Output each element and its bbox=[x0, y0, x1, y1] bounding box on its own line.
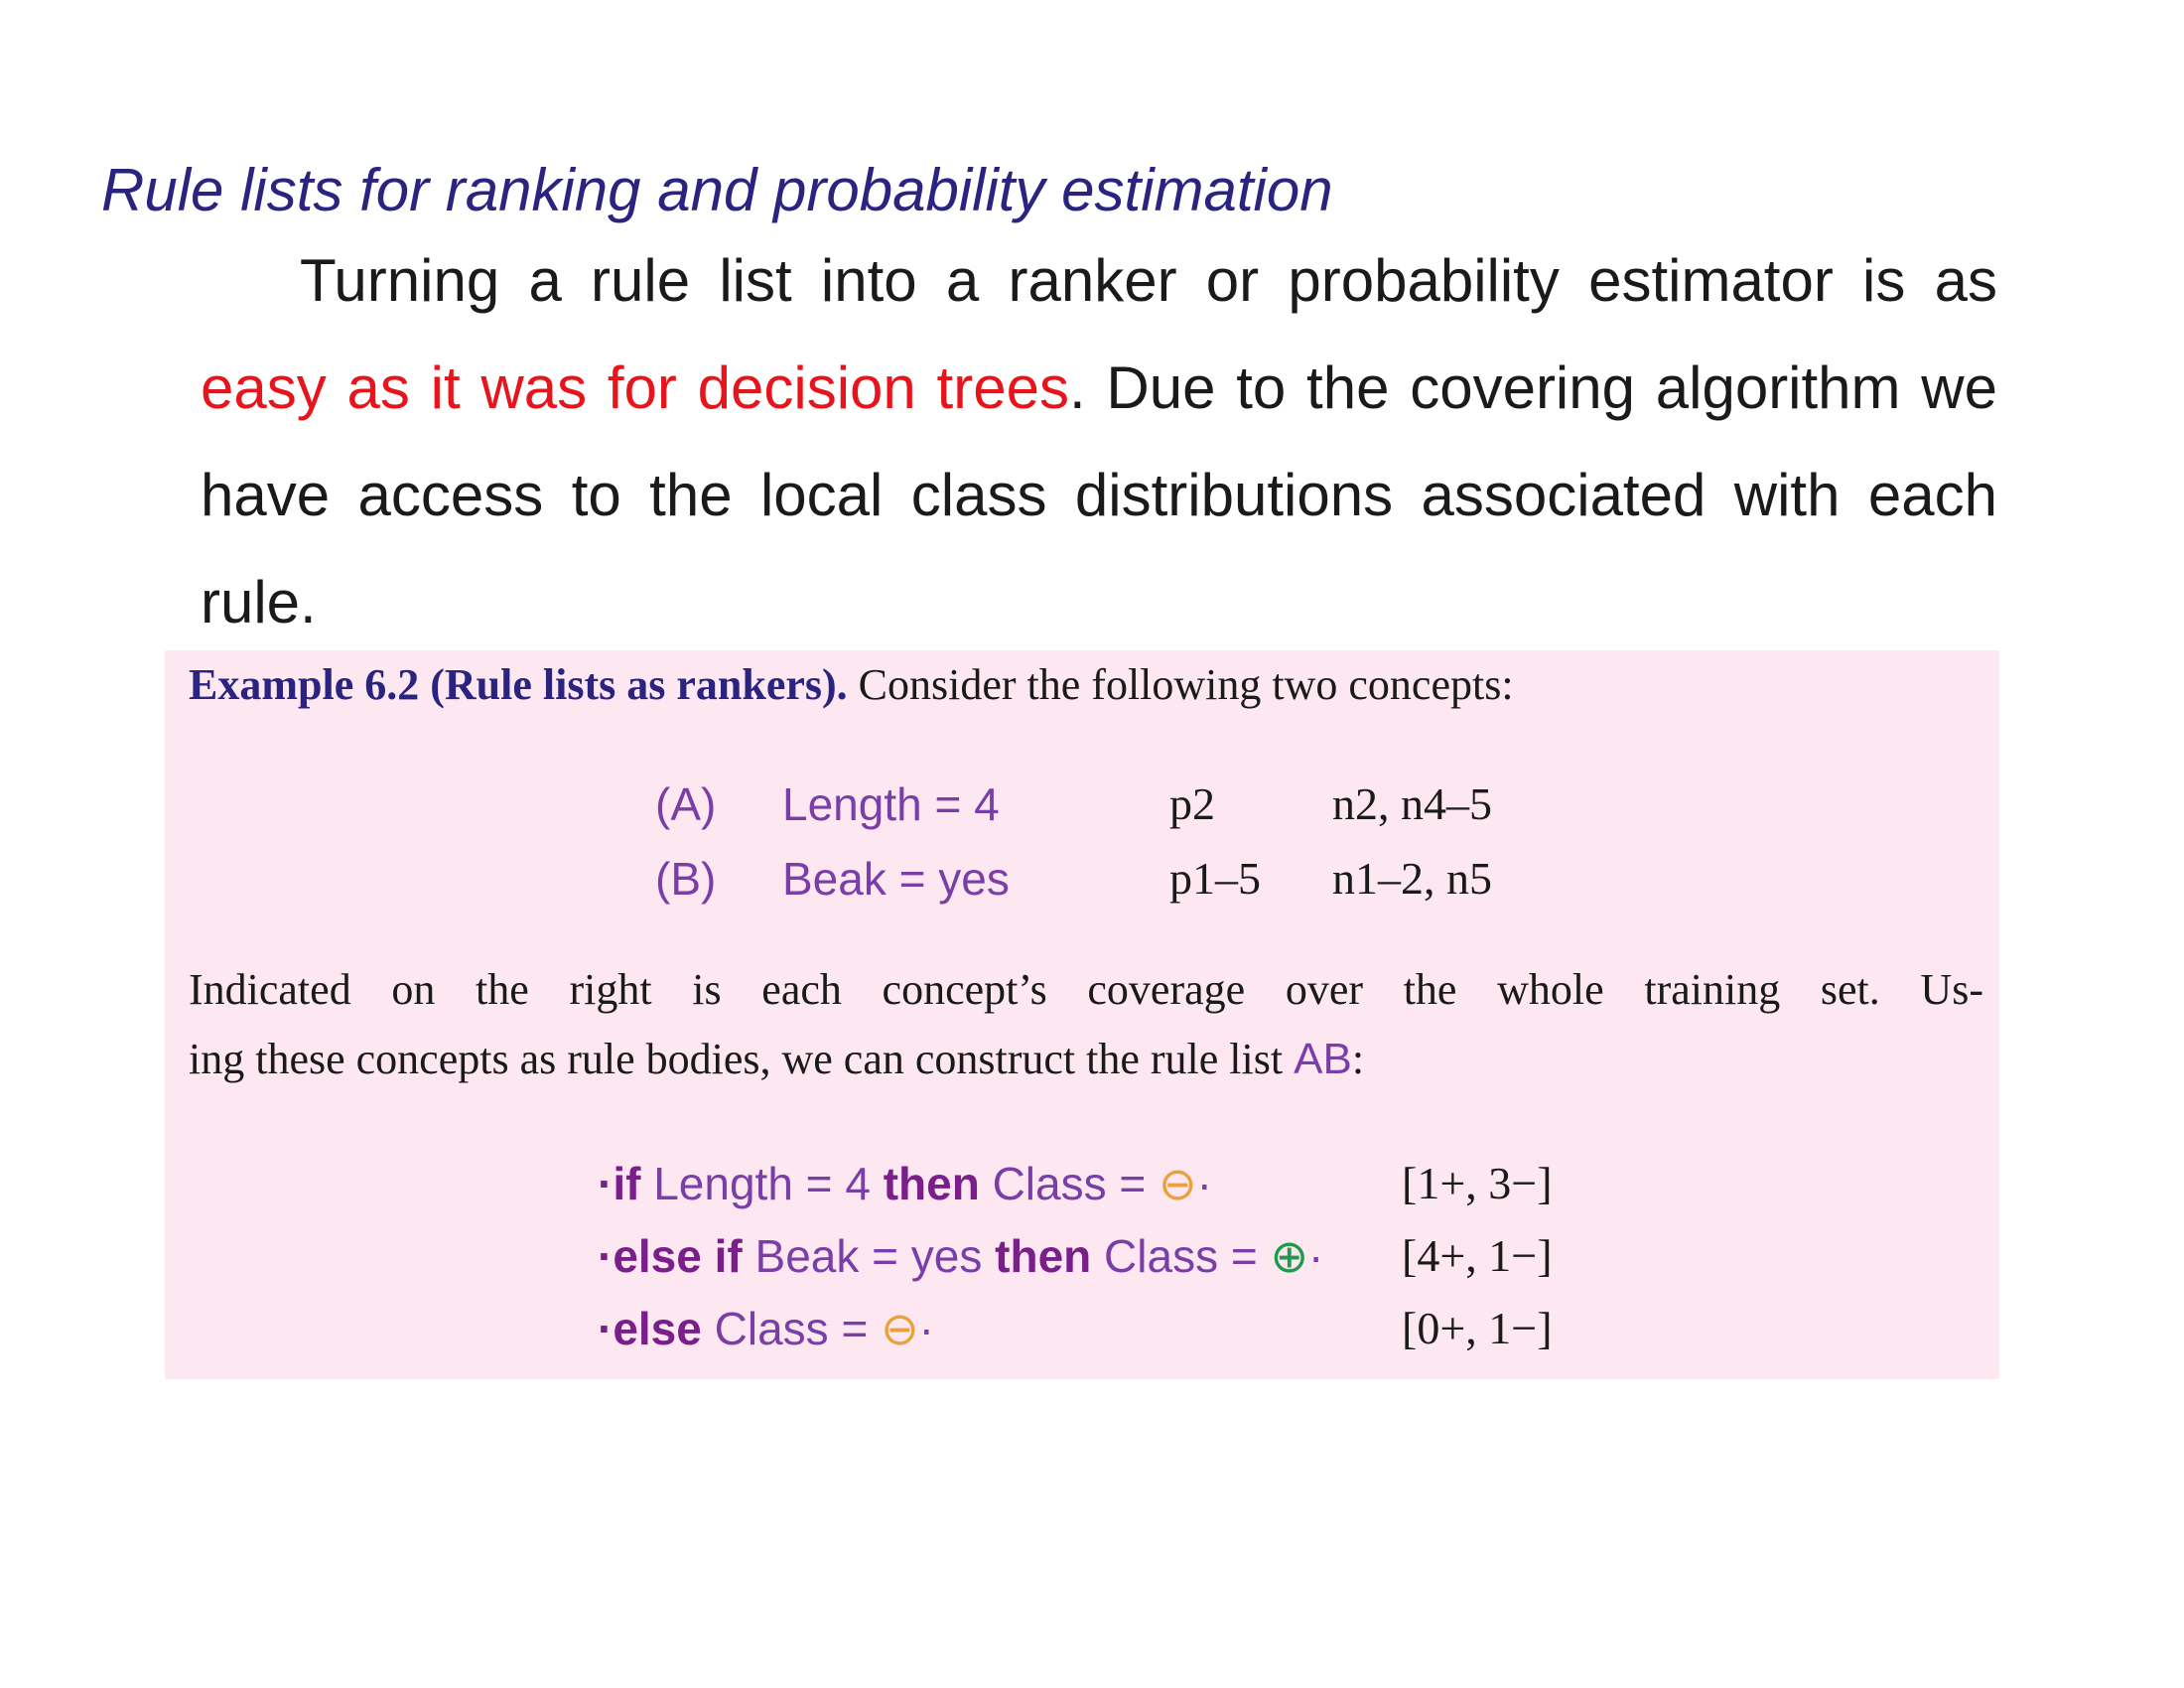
paragraph-line-2-rest: . Due to the covering algorithm we bbox=[1068, 354, 1997, 421]
rule-1-conclusion: Class = bbox=[979, 1158, 1160, 1209]
example-title: Example 6.2 (Rule lists as rankers). bbox=[189, 660, 848, 709]
rule-3-suffix: · bbox=[918, 1303, 934, 1354]
rule-3-coverage: [0+, 1−] bbox=[1402, 1303, 1553, 1353]
example-body-line-1: Indicated on the right is each concept’s… bbox=[189, 965, 1983, 1014]
rule-3-conclusion: Class = bbox=[701, 1303, 882, 1354]
negative-class-icon: ⊖ bbox=[1159, 1158, 1197, 1209]
rule-2-suffix: · bbox=[1308, 1230, 1324, 1282]
positive-class-icon: ⊕ bbox=[1270, 1230, 1309, 1282]
rule-2-coverage: [4+, 1−] bbox=[1402, 1230, 1553, 1281]
rule-1-condition: Length = 4 bbox=[640, 1158, 884, 1209]
example-heading: Example 6.2 (Rule lists as rankers). Con… bbox=[189, 655, 1514, 715]
rule-list-name: AB bbox=[1294, 1035, 1352, 1083]
slide-title: Rule lists for ranking and probability e… bbox=[101, 157, 1333, 223]
example-body-line-2-text: ing these concepts as rule bodies, we ca… bbox=[189, 1035, 1284, 1083]
rule-1-suffix: · bbox=[1196, 1158, 1212, 1209]
rule-3: ·else Class = ⊖· bbox=[598, 1299, 934, 1358]
example-body-colon: : bbox=[1351, 1035, 1365, 1083]
concept-a-negatives: n2, n4–5 bbox=[1332, 778, 1492, 829]
rule-2-keyword: ·else if bbox=[598, 1230, 743, 1282]
paragraph-line-2: easy as it was for decision trees. Due t… bbox=[201, 335, 1997, 442]
concept-b-negatives: n1–2, n5 bbox=[1332, 853, 1492, 904]
concept-a-label: (A) bbox=[655, 778, 717, 830]
example-body-line-2: ing these concepts as rule bodies, we ca… bbox=[189, 1025, 1983, 1094]
concept-b-positives: p1–5 bbox=[1169, 853, 1261, 904]
paragraph-line-4: rule. bbox=[201, 569, 317, 635]
example-intro: Consider the following two concepts: bbox=[858, 660, 1514, 709]
paragraph-line-3: have access to the local class distribut… bbox=[201, 462, 1997, 528]
rule-2-conclusion: Class = bbox=[1091, 1230, 1271, 1282]
rule-2: ·else if Beak = yes then Class = ⊕· bbox=[598, 1226, 1323, 1286]
rule-1: ·if Length = 4 then Class = ⊖· bbox=[598, 1154, 1212, 1213]
rule-1-then: then bbox=[883, 1158, 980, 1209]
negative-class-icon: ⊖ bbox=[881, 1303, 919, 1354]
concept-a-condition: Length = 4 bbox=[782, 778, 1000, 830]
highlighted-phrase: easy as it was for decision trees bbox=[201, 354, 1069, 421]
rule-1-coverage: [1+, 3−] bbox=[1402, 1158, 1553, 1208]
rule-1-keyword: ·if bbox=[598, 1158, 641, 1209]
paragraph-line-1: Turning a rule list into a ranker or pro… bbox=[300, 247, 1997, 314]
concept-b-condition: Beak = yes bbox=[782, 853, 1010, 905]
concept-a-positives: p2 bbox=[1169, 778, 1215, 829]
rule-3-keyword: ·else bbox=[598, 1303, 702, 1354]
rule-2-condition: Beak = yes bbox=[742, 1230, 996, 1282]
concept-b-label: (B) bbox=[655, 853, 717, 905]
rule-2-then: then bbox=[995, 1230, 1092, 1282]
